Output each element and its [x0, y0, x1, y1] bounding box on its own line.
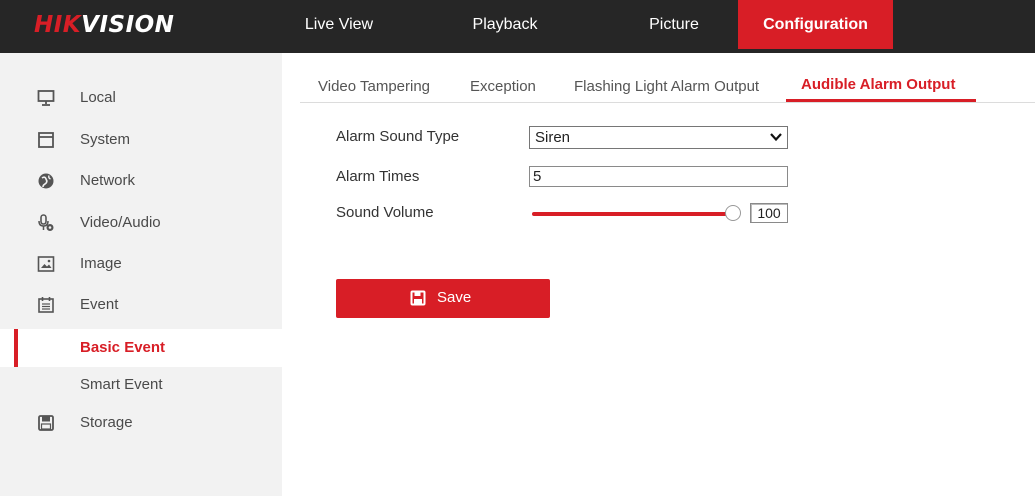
- sidebar-subitem-label: Smart Event: [80, 376, 163, 393]
- alarm-sound-type-select[interactable]: Siren: [529, 126, 788, 149]
- microphone-icon: [37, 214, 55, 232]
- hikvision-logo: HIKVISION: [34, 10, 174, 40]
- tab-flashing-light-alarm-output[interactable]: Flashing Light Alarm Output: [574, 72, 759, 102]
- nav-live-view[interactable]: Live View: [284, 0, 394, 53]
- sidebar-item-label: Event: [80, 296, 119, 313]
- sound-volume-slider-thumb[interactable]: [725, 205, 741, 221]
- image-icon: [37, 255, 55, 273]
- tab-audible-alarm-output[interactable]: Audible Alarm Output: [801, 70, 955, 100]
- sidebar-subitem-label: Basic Event: [80, 339, 166, 356]
- sound-volume-slider-track[interactable]: [532, 212, 728, 216]
- alarm-sound-type-value: Siren: [535, 129, 571, 146]
- alarm-sound-type-label: Alarm Sound Type: [336, 128, 460, 145]
- sidebar-item-label: System: [80, 131, 131, 148]
- system-icon: [37, 131, 55, 149]
- chevron-down-icon: [769, 130, 783, 148]
- sidebar-item-label: Image: [80, 255, 122, 272]
- floppy-disk-icon: [410, 290, 426, 310]
- tabs-divider: [300, 102, 1035, 103]
- nav-playback[interactable]: Playback: [450, 0, 560, 53]
- tab-exception[interactable]: Exception: [470, 72, 536, 102]
- sidebar-item-network[interactable]: Network: [0, 161, 282, 201]
- nav-configuration[interactable]: Configuration: [738, 0, 893, 49]
- sidebar-item-video-audio[interactable]: Video/Audio: [0, 203, 282, 243]
- monitor-icon: [37, 89, 55, 107]
- calendar-icon: [37, 296, 55, 314]
- sidebar-subitem-smart-event[interactable]: Smart Event: [0, 366, 282, 404]
- globe-icon: [37, 172, 55, 190]
- sidebar-item-system[interactable]: System: [0, 120, 282, 160]
- active-tab-underline: [786, 99, 976, 102]
- logo-part-vision: VISION: [81, 12, 175, 38]
- sidebar-item-label: Network: [80, 172, 136, 189]
- alarm-times-label: Alarm Times: [336, 168, 420, 185]
- alarm-times-input[interactable]: [529, 166, 788, 187]
- sound-volume-label: Sound Volume: [336, 204, 434, 221]
- sidebar-item-label: Video/Audio: [80, 214, 161, 231]
- logo-part-hik: HIK: [34, 12, 82, 38]
- active-indicator: [14, 329, 18, 367]
- sidebar-item-image[interactable]: Image: [0, 244, 282, 284]
- sound-volume-value-box[interactable]: 100: [750, 203, 788, 223]
- top-navigation-bar: HIKVISION Live View Playback Picture Con…: [0, 0, 1035, 53]
- sidebar-item-label: Storage: [80, 414, 133, 431]
- sidebar-item-local[interactable]: Local: [0, 78, 282, 118]
- nav-picture[interactable]: Picture: [619, 0, 729, 53]
- sidebar-item-label: Local: [80, 89, 116, 106]
- sidebar-item-storage[interactable]: Storage: [0, 403, 282, 443]
- sidebar-item-event[interactable]: Event: [0, 285, 282, 325]
- sidebar-subitem-basic-event[interactable]: Basic Event: [0, 329, 282, 367]
- save-button-label: Save: [437, 289, 472, 306]
- tab-video-tampering[interactable]: Video Tampering: [318, 72, 430, 102]
- save-button[interactable]: Save: [336, 279, 550, 318]
- sidebar: Local System Network Video/Audio Image E…: [0, 53, 282, 496]
- floppy-disk-icon: [37, 414, 55, 432]
